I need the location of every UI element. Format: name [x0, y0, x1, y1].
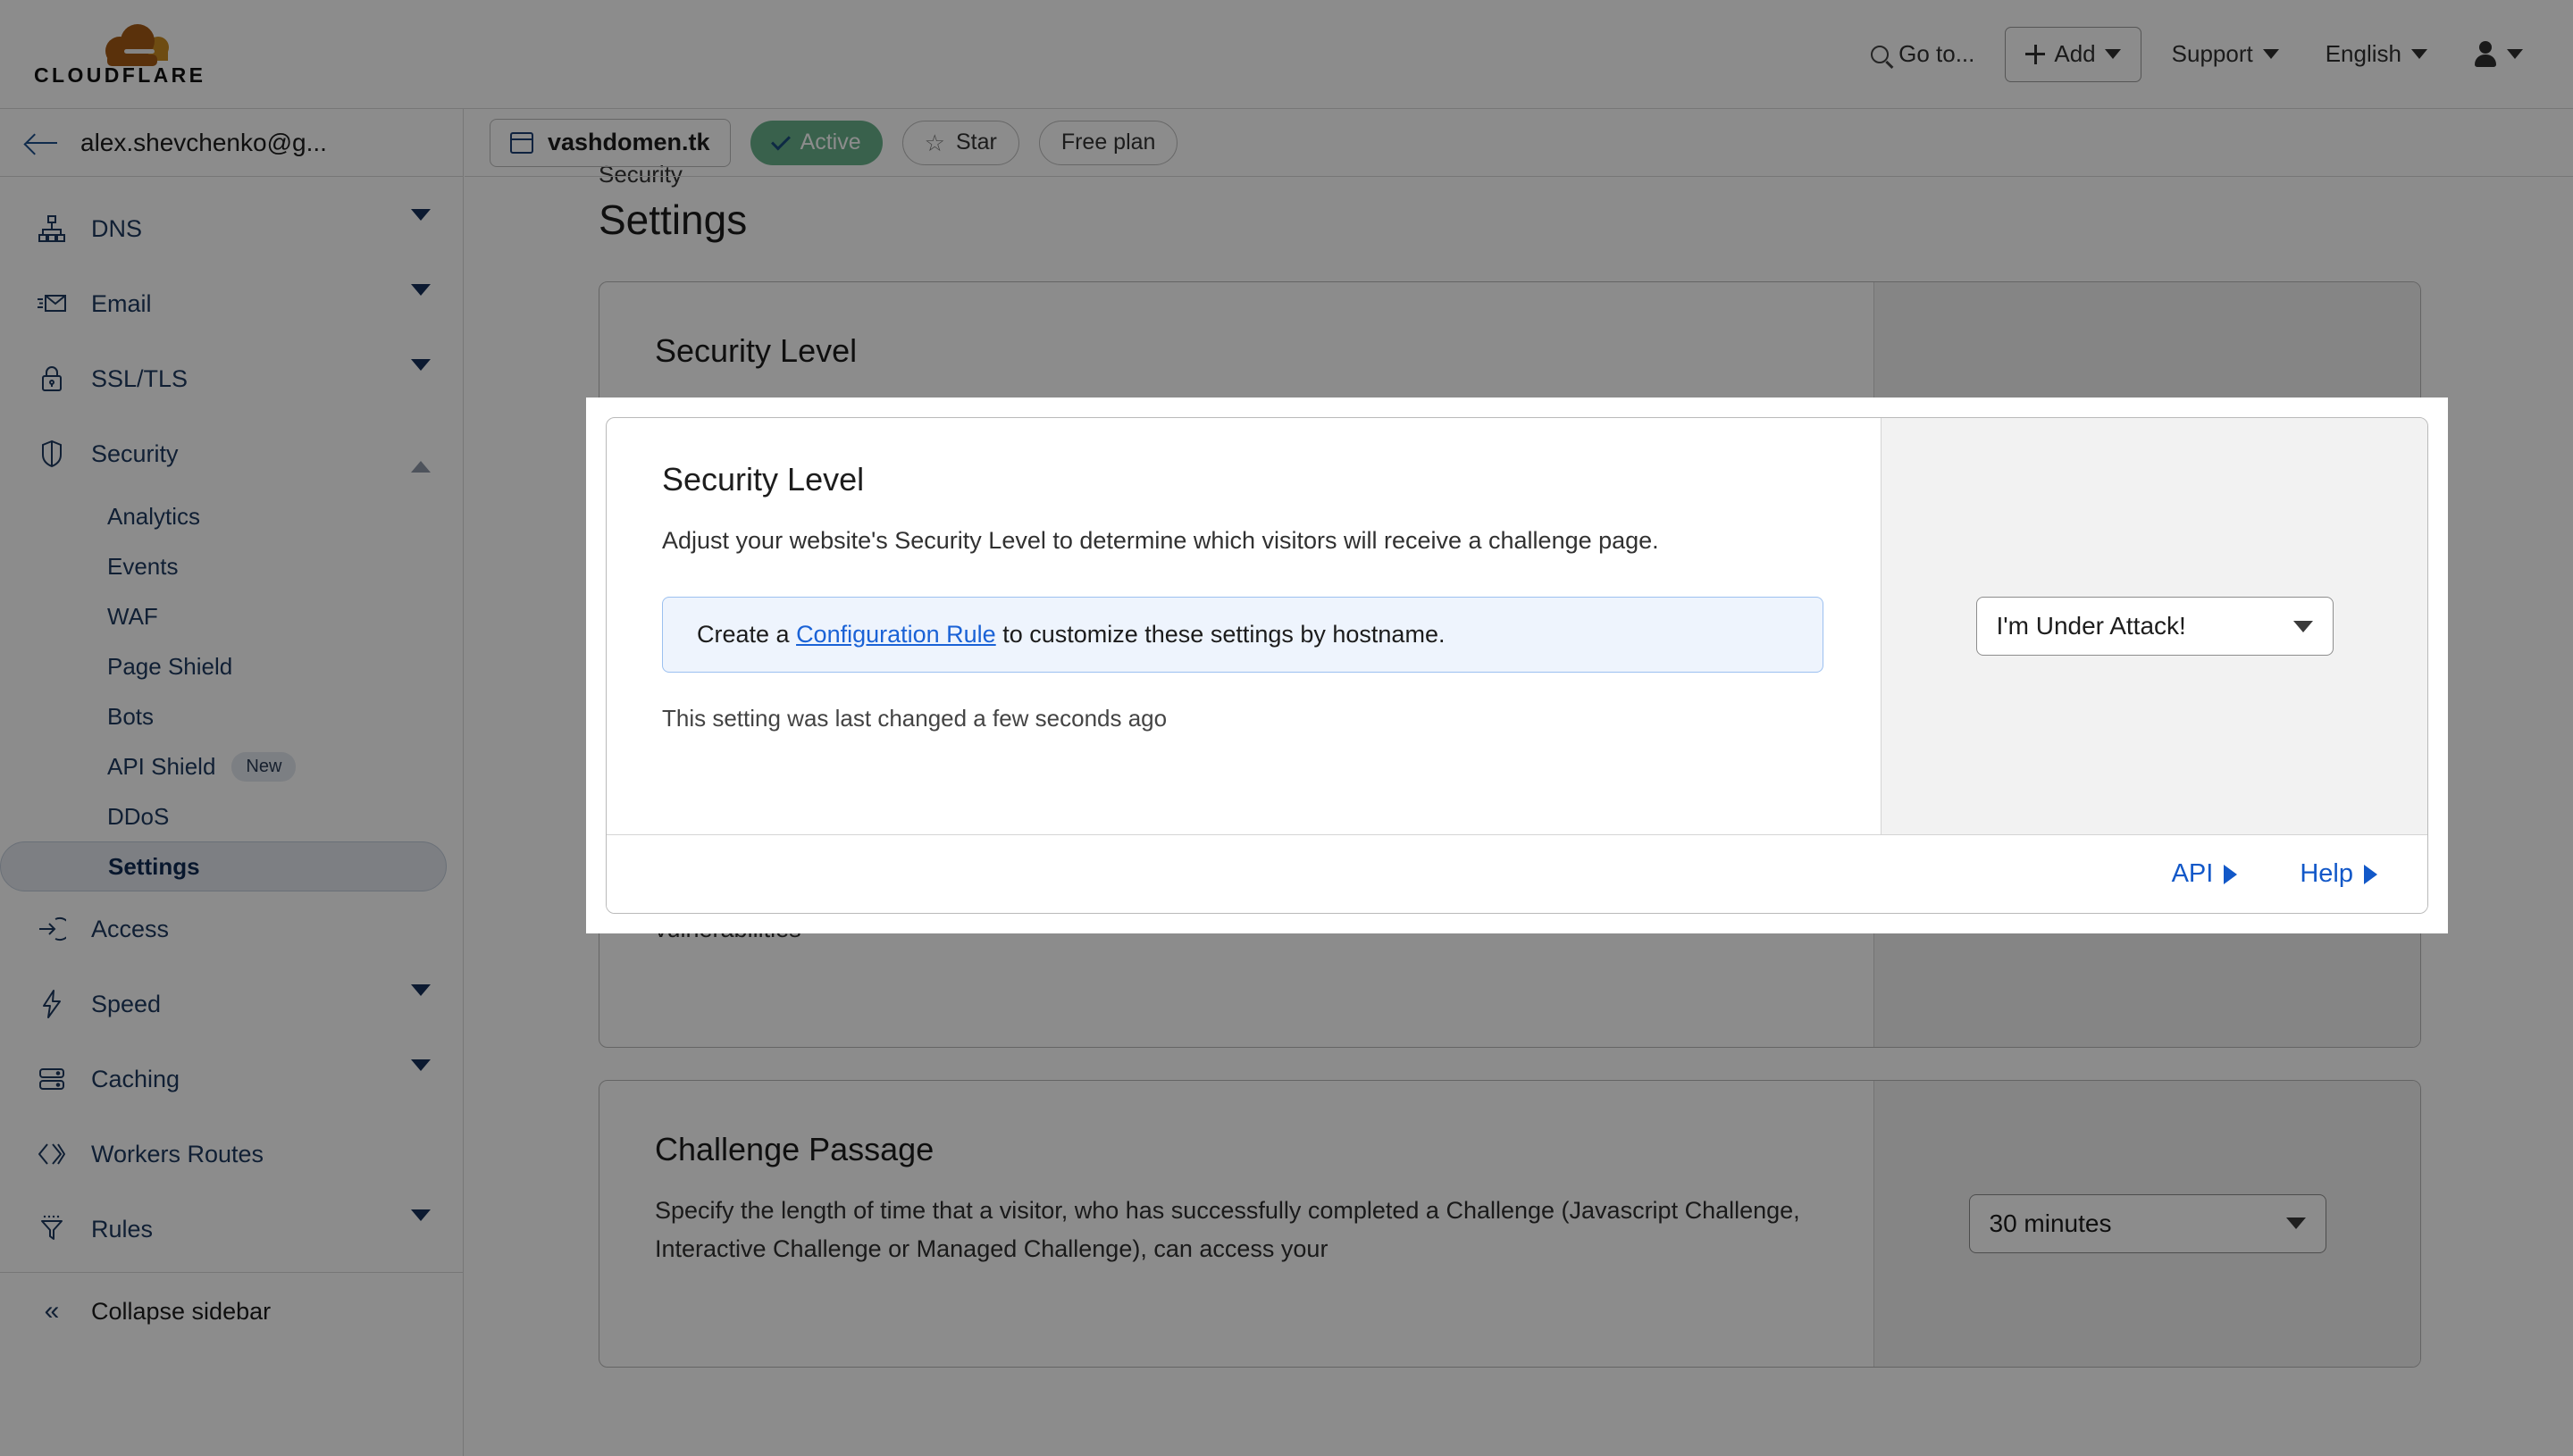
card-security-level-highlighted: Security Level Adjust your website's Sec… [606, 417, 2428, 914]
callout-suffix: to customize these settings by hostname. [995, 620, 1446, 648]
card-footer: API Help [607, 834, 2427, 913]
spotlight-security-level: Security Level Adjust your website's Sec… [586, 397, 2448, 933]
last-changed-text: This setting was last changed a few seco… [662, 704, 1168, 732]
card-control-area: I'm Under Attack! [1881, 418, 2427, 834]
configuration-rule-callout: Create a Configuration Rule to customize… [662, 596, 1823, 673]
help-label: Help [2300, 859, 2353, 888]
configuration-rule-link[interactable]: Configuration Rule [796, 621, 996, 648]
dim-overlay-top [0, 0, 2573, 397]
dim-overlay-left [0, 397, 586, 933]
security-level-value: I'm Under Attack! [1996, 612, 2186, 640]
chevron-down-icon [2292, 620, 2313, 632]
dim-overlay-right [2448, 397, 2573, 933]
security-level-select[interactable]: I'm Under Attack! [1975, 597, 2334, 656]
triangle-right-icon [2364, 864, 2377, 884]
api-label: API [2171, 859, 2214, 888]
dim-overlay-bottom [0, 933, 2573, 1456]
triangle-right-icon [2224, 864, 2238, 884]
card-title: Security Level [662, 461, 865, 498]
callout-prefix: Create a [697, 620, 797, 648]
card-body: Security Level Adjust your website's Sec… [607, 418, 1881, 834]
help-link[interactable]: Help [2300, 859, 2377, 889]
card-description: Adjust your website's Security Level to … [662, 527, 1659, 554]
api-link[interactable]: API [2172, 859, 2238, 889]
